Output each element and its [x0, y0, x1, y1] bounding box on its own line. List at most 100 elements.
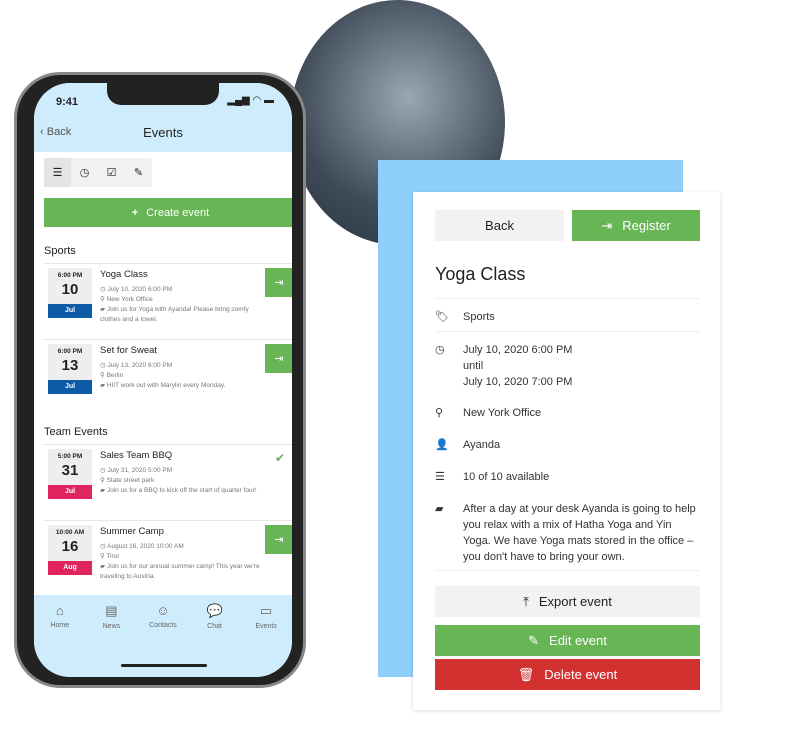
- availability-row: ☰ 10 of 10 available: [435, 459, 700, 491]
- register-button[interactable]: ⇥: [265, 344, 292, 373]
- user-icon: 👤: [435, 439, 449, 451]
- location-pin-icon: ⚲: [435, 407, 444, 419]
- category: Sports: [463, 311, 495, 323]
- event-location-text: Berlin: [106, 372, 124, 379]
- event-day: 31: [61, 462, 79, 479]
- clock-icon[interactable]: ◷: [71, 158, 98, 187]
- event-date-text: July 13, 2020 6:00 PM: [107, 362, 173, 370]
- start-time: July 10, 2020 6:00 PM: [463, 344, 573, 356]
- event-location: ⚲ Tirol: [100, 553, 119, 560]
- list-icon[interactable]: ☰: [44, 158, 71, 187]
- delete-label: Delete event: [544, 667, 618, 682]
- event-name: Yoga Class: [100, 269, 148, 280]
- check-icon: ✔: [274, 451, 285, 465]
- event-location: ⚲ New York Office: [100, 296, 153, 303]
- event-time: 6:00 PM: [57, 348, 83, 355]
- register-button[interactable]: ⇥ Register: [572, 210, 700, 241]
- register-button[interactable]: ⇥: [265, 525, 292, 554]
- register-icon: ⇥: [601, 217, 613, 233]
- news-icon: ▤: [105, 603, 118, 618]
- category-row: 🏷 Sports: [435, 298, 700, 332]
- event-list-item[interactable]: 6:00 PM 10 Jul Yoga Class ◷ July 10, 2020 …: [44, 263, 292, 339]
- event-title: Yoga Class: [435, 264, 526, 284]
- clock-icon: ◷: [435, 344, 445, 356]
- calendar-badge: 10:00 AM 16 Aug: [48, 525, 92, 575]
- event-month: Jul: [48, 380, 92, 394]
- check-square-icon[interactable]: ☑: [98, 158, 125, 187]
- event-date: ◷ July 13, 2020 6:00 PM: [100, 362, 173, 370]
- plus-icon: +: [131, 206, 139, 219]
- event-desc: ▰ Join us for a BBQ to kick off the star…: [100, 486, 257, 494]
- event-location: ⚲ State street park: [100, 477, 155, 484]
- register-button[interactable]: ⇥: [265, 268, 292, 297]
- event-location-text: New York Office: [106, 296, 153, 303]
- section-title: Team Events: [44, 426, 108, 438]
- section-title: Sports: [44, 245, 76, 257]
- tab-events[interactable]: ▭ Events: [244, 603, 289, 677]
- description: After a day at your desk Ayanda is going…: [463, 503, 696, 563]
- list-icon: ☰: [435, 471, 445, 483]
- event-name: Sales Team BBQ: [100, 450, 173, 461]
- event-location-text: State street park: [106, 477, 155, 484]
- event-location: ⚲ Berlin: [100, 372, 124, 379]
- export-label: Export event: [538, 594, 612, 609]
- create-label: Create event: [146, 206, 210, 219]
- tab-label: Home: [50, 622, 70, 629]
- event-desc-text: HIIT work out with Marylin every Monday.: [106, 381, 226, 389]
- event-month: Jul: [48, 485, 92, 499]
- event-detail-card: Back ⇥ Register Yoga Class 🏷 Sports ◷ July …: [413, 192, 720, 710]
- calendar-badge: 6:00 PM 13 Jul: [48, 344, 92, 394]
- event-date-text: August 16, 2020 10:00 AM: [107, 543, 184, 551]
- event-desc-text: Join us for our annual summer camp! This…: [100, 562, 260, 580]
- event-date: ◷ July 10, 2020 6:00 PM: [100, 286, 173, 294]
- back-button[interactable]: Back: [435, 210, 564, 241]
- edit-square-icon[interactable]: ✎: [125, 158, 152, 187]
- event-name: Set for Sweat: [100, 345, 158, 356]
- event-month: Jul: [48, 304, 92, 318]
- status-icons: ▂▄▆ ◠ ▬: [227, 95, 274, 106]
- calendar-badge: 6:00 PM 10 Jul: [48, 268, 92, 318]
- pencil-icon: ✎: [528, 632, 540, 648]
- register-icon: ⇥: [274, 277, 284, 289]
- register-icon: ⇥: [274, 534, 284, 546]
- create-event-button[interactable]: + Create event: [44, 198, 292, 227]
- home-icon: ⌂: [55, 603, 64, 618]
- description-row: ▰ After a day at your desk Ayanda is goin…: [435, 491, 700, 571]
- delete-event-button[interactable]: 🗑 Delete event: [435, 659, 700, 690]
- event-time: 6:00 PM: [57, 272, 83, 279]
- page-title: Events: [143, 125, 183, 140]
- tab-label: Contacts: [149, 622, 177, 629]
- location-row: ⚲ New York Office: [435, 395, 700, 427]
- calendar-badge: 5:00 PM 31 Jul: [48, 449, 92, 499]
- event-list-item[interactable]: 5:00 PM 31 Jul Sales Team BBQ ◷ July 31, 2…: [44, 444, 292, 520]
- tab-home[interactable]: ⌂ Home: [37, 603, 82, 677]
- trash-icon: 🗑: [517, 666, 535, 682]
- event-desc-text: Join us for Yoga with Ayanda! Please bri…: [100, 305, 249, 323]
- event-list-item[interactable]: 10:00 AM 16 Aug Summer Camp ◷ August 16, 2…: [44, 520, 292, 596]
- phone-mockup: 9:41 ▂▄▆ ◠ ▬ ‹ Back Events ☰ ◷ ☑ ✎ + Create …: [14, 72, 306, 688]
- edit-event-button[interactable]: ✎ Edit event: [435, 625, 700, 656]
- end-time: July 10, 2020 7:00 PM: [463, 376, 573, 388]
- event-date-text: July 10, 2020 6:00 PM: [107, 286, 173, 294]
- event-desc: ▰ Join us for our annual summer camp! Th…: [100, 562, 260, 580]
- event-name: Summer Camp: [100, 526, 164, 537]
- tags-icon: 🏷: [435, 311, 449, 323]
- time-row: ◷ July 10, 2020 6:00 PM until July 10, 2020…: [435, 331, 700, 395]
- host: Ayanda: [463, 439, 501, 451]
- host-row: 👤 Ayanda: [435, 427, 700, 459]
- event-desc-text: Join us for a BBQ to kick off the start …: [106, 486, 257, 494]
- until-label: until: [463, 360, 484, 372]
- home-indicator: [121, 664, 207, 667]
- event-date: ◷ August 16, 2020 10:00 AM: [100, 543, 184, 551]
- event-day: 10: [61, 281, 79, 298]
- availability: 10 of 10 available: [463, 471, 550, 483]
- event-day: 16: [61, 538, 79, 555]
- event-list-item[interactable]: 6:00 PM 13 Jul Set for Sweat ◷ July 13, 20…: [44, 339, 292, 415]
- event-desc: ▰ HIIT work out with Marylin every Monda…: [100, 381, 226, 389]
- edit-label: Edit event: [549, 633, 607, 648]
- export-event-button[interactable]: ⤒ Export event: [435, 586, 700, 617]
- tab-label: Events: [255, 623, 277, 630]
- event-month: Aug: [48, 561, 92, 575]
- folder-icon: ▭: [260, 603, 273, 618]
- register-icon: ⇥: [274, 353, 284, 365]
